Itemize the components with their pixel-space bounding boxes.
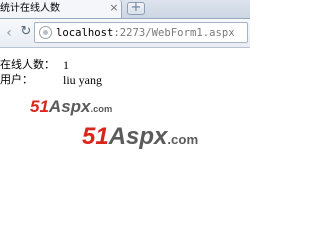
url-path: :2273/WebForm1.aspx bbox=[113, 27, 235, 39]
reload-icon[interactable]: ↻ bbox=[18, 24, 34, 40]
page-content: 在线人数： 1 用户： liu yang 51Aspx.com 51Aspx.c… bbox=[0, 48, 250, 230]
plus-icon: + bbox=[130, 0, 142, 15]
tab-active[interactable]: 统计在线人数 × bbox=[0, 0, 122, 18]
url-host: localhost bbox=[56, 27, 114, 39]
user-value: liu yang bbox=[63, 73, 102, 87]
watermark-logo-large: 51Aspx.com bbox=[82, 123, 199, 150]
browser-window: 统计在线人数 × + ‹ ↻ localhost:2273/WebForm1.a… bbox=[0, 0, 250, 230]
online-count-value: 1 bbox=[63, 58, 69, 72]
address-bar[interactable]: localhost:2273/WebForm1.aspx bbox=[34, 22, 248, 43]
close-icon[interactable]: × bbox=[108, 2, 120, 14]
online-count-label: 在线人数： bbox=[0, 58, 55, 71]
tab-strip: 统计在线人数 × + bbox=[0, 0, 250, 19]
watermark-logo-small: 51Aspx.com bbox=[30, 97, 113, 116]
url-text[interactable]: localhost:2273/WebForm1.aspx bbox=[56, 26, 235, 40]
tab-title: 统计在线人数 bbox=[0, 3, 60, 14]
user-label: 用户： bbox=[0, 73, 33, 86]
back-icon[interactable]: ‹ bbox=[1, 25, 17, 41]
new-tab-button[interactable]: + bbox=[127, 0, 145, 15]
page-icon bbox=[39, 26, 52, 39]
browser-toolbar: ‹ ↻ localhost:2273/WebForm1.aspx bbox=[0, 19, 250, 48]
